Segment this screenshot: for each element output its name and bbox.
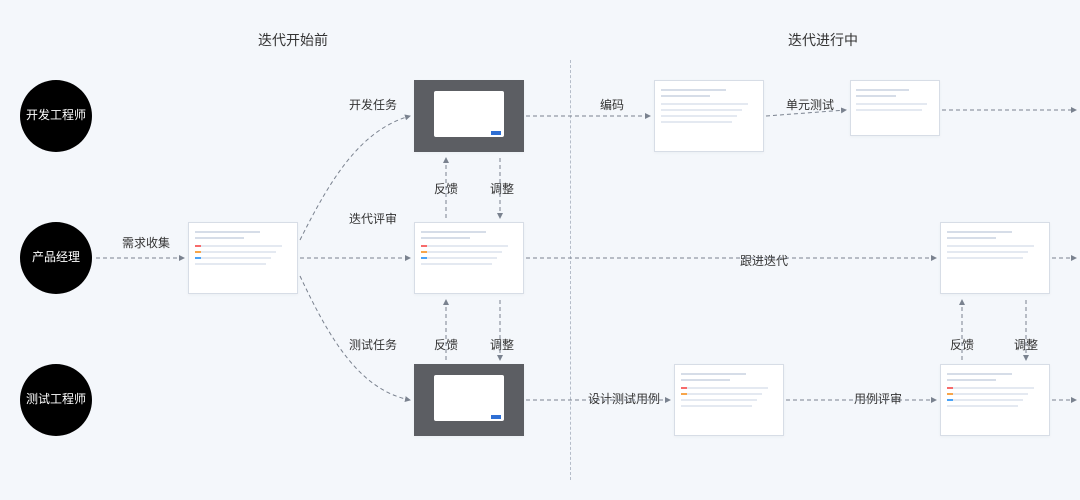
label-follow-iter: 跟进迭代 (740, 252, 788, 269)
label-req-collect: 需求收集 (122, 234, 170, 251)
thumb-qa-task (414, 364, 524, 436)
role-dev: 开发工程师 (20, 80, 92, 152)
label-feedback-dev: 反馈 (434, 180, 458, 197)
phase-header-before: 迭代开始前 (258, 30, 328, 50)
label-adjust-dev: 调整 (490, 180, 514, 197)
label-feedback-qa: 反馈 (434, 336, 458, 353)
role-pm: 产品经理 (20, 222, 92, 294)
label-qa-task: 测试任务 (349, 336, 397, 353)
thumb-coding (654, 80, 764, 152)
role-qa: 测试工程师 (20, 364, 92, 436)
label-feedback-pmqa: 反馈 (950, 336, 974, 353)
thumb-iter-review (414, 222, 524, 294)
thumb-req-collect (188, 222, 298, 294)
thumb-unit-test (850, 80, 940, 136)
label-unit-test: 单元测试 (786, 96, 834, 113)
label-coding: 编码 (600, 96, 624, 113)
phase-divider (570, 60, 571, 480)
label-adjust-qa: 调整 (490, 336, 514, 353)
thumb-dev-task (414, 80, 524, 152)
thumb-design-case (674, 364, 784, 436)
label-iter-review: 迭代评审 (349, 210, 397, 227)
label-dev-task: 开发任务 (349, 96, 397, 113)
phase-header-during: 迭代进行中 (788, 30, 858, 50)
thumb-case-review (940, 364, 1050, 436)
thumb-follow-iter (940, 222, 1050, 294)
label-design-case: 设计测试用例 (588, 390, 660, 407)
label-adjust-pmqa: 调整 (1014, 336, 1038, 353)
label-case-review: 用例评审 (854, 390, 902, 407)
